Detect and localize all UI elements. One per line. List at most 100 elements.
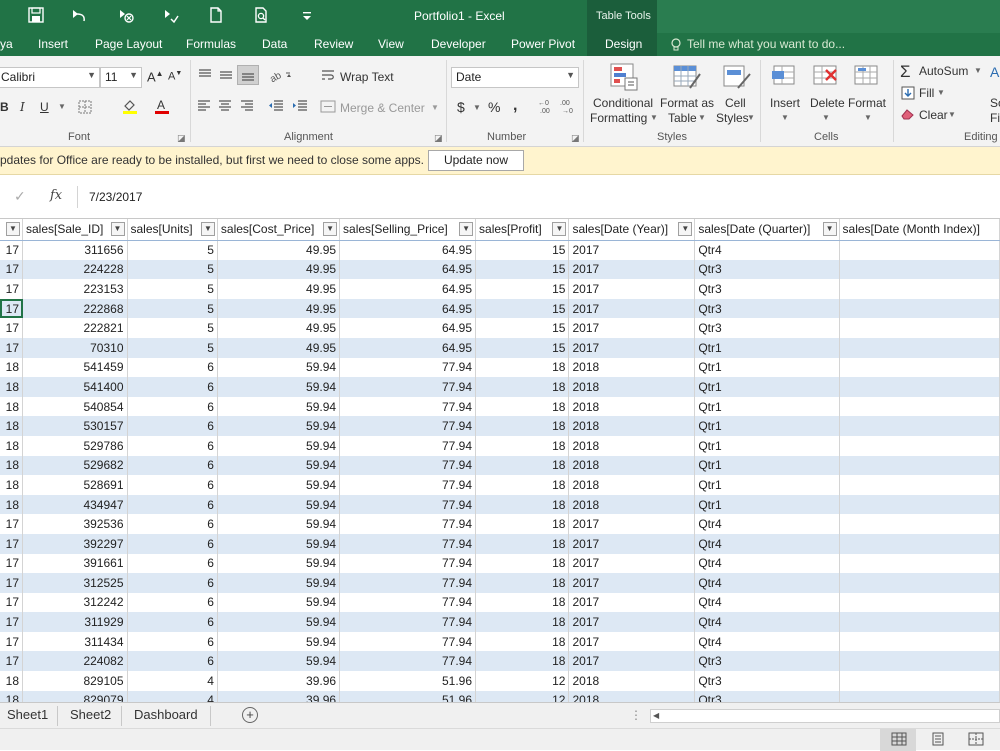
table-cell[interactable]: 15: [475, 318, 570, 338]
tab-review[interactable]: Review: [314, 37, 353, 51]
table-cell[interactable]: 77.94: [339, 455, 477, 476]
table-cell[interactable]: 59.94: [217, 533, 341, 554]
increase-indent-icon[interactable]: [292, 100, 308, 112]
table-cell[interactable]: 2017: [568, 318, 696, 338]
table-cell[interactable]: 2018: [568, 416, 696, 436]
table-cell[interactable]: Qtr1: [694, 455, 840, 476]
table-cell[interactable]: 17: [0, 533, 23, 554]
table-cell[interactable]: 528691: [22, 475, 128, 495]
table-cell[interactable]: Qtr1: [694, 416, 840, 436]
font-name-combo[interactable]: Calibri ▼: [0, 67, 100, 88]
format-as-table-label-2[interactable]: Table: [668, 111, 697, 125]
table-cell[interactable]: 64.95: [339, 240, 477, 260]
table-cell[interactable]: Qtr1: [694, 435, 840, 456]
table-cell[interactable]: 70310: [22, 337, 128, 358]
table-cell[interactable]: 6: [127, 435, 218, 456]
column-header[interactable]: sales[Profit] ▼: [475, 219, 570, 241]
table-cell[interactable]: 2018: [568, 377, 696, 397]
delete-label[interactable]: Delete: [810, 96, 845, 110]
table-cell[interactable]: 18: [475, 435, 570, 456]
table-cell[interactable]: 77.94: [339, 651, 477, 672]
column-header[interactable]: sales[Date (Quarter)] ▼: [694, 219, 840, 241]
table-cell[interactable]: 530157: [22, 416, 128, 436]
chevron-down-icon[interactable]: ▼: [58, 102, 66, 111]
insert-label[interactable]: Insert: [770, 96, 800, 110]
enter-check-icon[interactable]: ✓: [14, 188, 26, 205]
tab-home[interactable]: ya: [0, 37, 13, 51]
table-cell[interactable]: 223153: [22, 279, 128, 299]
table-cell[interactable]: 18: [475, 631, 570, 652]
table-cell[interactable]: [839, 553, 1000, 574]
table-cell[interactable]: Qtr3: [694, 318, 840, 338]
table-cell[interactable]: 2018: [568, 396, 696, 417]
table-cell[interactable]: [839, 240, 1000, 260]
table-cell[interactable]: 17: [0, 514, 23, 534]
table-cell[interactable]: 51.96: [339, 690, 477, 702]
align-left-icon[interactable]: [197, 100, 211, 112]
formula-input[interactable]: 7/23/2017: [89, 190, 142, 204]
scroll-left-icon[interactable]: ◀: [653, 711, 659, 720]
tab-split-handle-icon[interactable]: ⋮: [630, 708, 642, 722]
table-cell[interactable]: 49.95: [217, 337, 341, 358]
table-cell[interactable]: 5: [127, 279, 218, 299]
table-cell[interactable]: 12: [475, 690, 570, 702]
table-cell[interactable]: 49.95: [217, 279, 341, 299]
table-cell[interactable]: [839, 377, 1000, 397]
table-cell[interactable]: 17: [0, 259, 23, 280]
table-cell[interactable]: [839, 494, 1000, 515]
add-sheet-icon[interactable]: +: [242, 707, 258, 723]
table-cell[interactable]: 64.95: [339, 279, 477, 299]
table-cell[interactable]: 18: [0, 475, 23, 495]
filter-dropdown-icon[interactable]: ▼: [459, 222, 474, 236]
chevron-down-icon[interactable]: ▼: [937, 88, 945, 97]
comma-icon[interactable]: ,: [513, 97, 517, 115]
table-cell[interactable]: [839, 259, 1000, 280]
increase-decimal-icon[interactable]: ←0.00: [538, 98, 556, 114]
percent-icon[interactable]: %: [488, 99, 500, 115]
align-bottom-icon[interactable]: [237, 65, 259, 85]
table-cell[interactable]: 59.94: [217, 494, 341, 515]
customize-icon[interactable]: [298, 6, 316, 24]
sheet-tab-sheet2[interactable]: Sheet2: [70, 707, 111, 722]
table-cell[interactable]: 5: [127, 259, 218, 280]
table-cell[interactable]: 17: [0, 240, 23, 260]
table-cell[interactable]: 6: [127, 455, 218, 476]
cell-styles-label-2[interactable]: Styles: [716, 111, 749, 125]
table-cell[interactable]: 59.94: [217, 396, 341, 417]
table-cell[interactable]: Qtr1: [694, 337, 840, 358]
table-cell[interactable]: 18: [475, 396, 570, 417]
table-cell[interactable]: [839, 671, 1000, 691]
table-cell[interactable]: 64.95: [339, 298, 477, 319]
merge-center-label[interactable]: Merge & Center: [340, 101, 425, 115]
wrap-text-icon[interactable]: [320, 68, 336, 82]
update-now-button[interactable]: Update now: [428, 150, 524, 171]
table-cell[interactable]: 18: [0, 357, 23, 378]
tab-formulas[interactable]: Formulas: [186, 37, 236, 51]
undo-icon[interactable]: [70, 6, 88, 24]
filter-dropdown-icon[interactable]: ▼: [323, 222, 338, 236]
table-cell[interactable]: [839, 573, 1000, 593]
horizontal-scrollbar[interactable]: ◀: [650, 709, 1000, 723]
tab-page-layout[interactable]: Page Layout: [95, 37, 162, 51]
table-cell[interactable]: 6: [127, 612, 218, 632]
fill-color-icon[interactable]: [122, 98, 138, 114]
table-cell[interactable]: 77.94: [339, 377, 477, 397]
table-cell[interactable]: 77.94: [339, 533, 477, 554]
table-cell[interactable]: 18: [0, 416, 23, 436]
italic-icon[interactable]: I: [20, 100, 25, 114]
table-cell[interactable]: 18: [475, 494, 570, 515]
table-cell[interactable]: 18: [475, 455, 570, 476]
table-cell[interactable]: 311434: [22, 631, 128, 652]
table-cell[interactable]: 312525: [22, 573, 128, 593]
cell-styles-label[interactable]: Cell: [725, 96, 746, 110]
table-cell[interactable]: Qtr4: [694, 514, 840, 534]
sort-filter-label[interactable]: So: [990, 96, 1000, 110]
table-cell[interactable]: 59.94: [217, 416, 341, 436]
table-cell[interactable]: 392536: [22, 514, 128, 534]
table-cell[interactable]: [839, 435, 1000, 456]
table-cell[interactable]: 59.94: [217, 631, 341, 652]
table-cell[interactable]: 2018: [568, 357, 696, 378]
table-cell[interactable]: 18: [0, 435, 23, 456]
table-cell[interactable]: [839, 612, 1000, 632]
table-cell[interactable]: 18: [0, 494, 23, 515]
